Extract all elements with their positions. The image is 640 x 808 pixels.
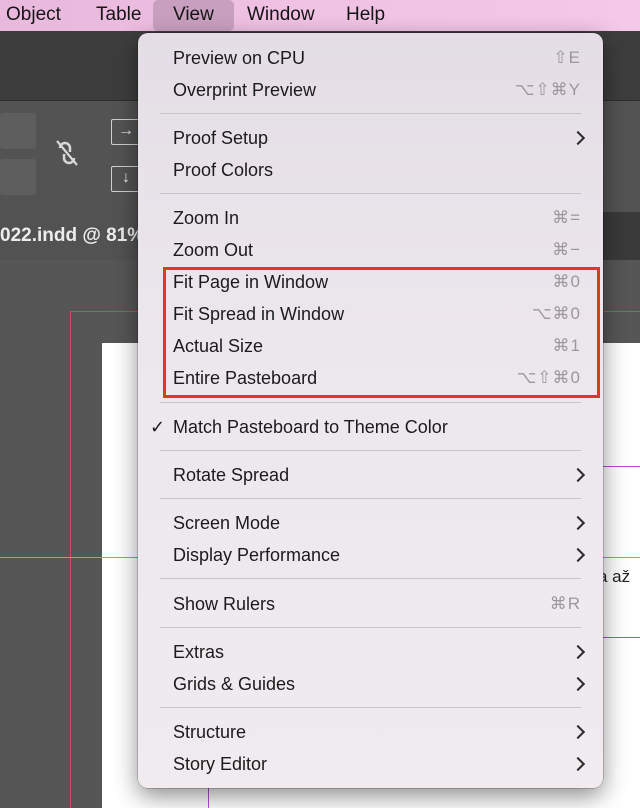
menu-object[interactable]: Object <box>6 0 61 31</box>
menu-table[interactable]: Table <box>96 0 141 31</box>
menu-item-label: Display Performance <box>173 545 341 565</box>
menu-item-rotate-spread[interactable]: Rotate Spread <box>138 459 603 491</box>
menu-item-display-performance[interactable]: Display Performance <box>138 539 603 571</box>
arrow-down-icon[interactable]: ↓ <box>111 166 141 192</box>
menu-separator <box>160 707 581 708</box>
menu-item-label: Story Editor <box>173 754 268 774</box>
shortcut: ⌘R <box>549 594 581 613</box>
control-field[interactable] <box>0 159 36 195</box>
menu-item-story-editor[interactable]: Story Editor <box>138 748 603 780</box>
menu-separator <box>160 578 581 579</box>
menu-item-label: Show Rulers <box>173 594 276 614</box>
menu-item-label: Preview on CPU <box>173 48 306 68</box>
menu-separator <box>160 627 581 628</box>
menu-item-zoom-out[interactable]: Zoom Out ⌘− <box>138 234 603 266</box>
menu-item-proof-colors[interactable]: Proof Colors <box>138 154 603 186</box>
menu-item-label: Structure <box>173 722 247 742</box>
menu-item-structure[interactable]: Structure <box>138 716 603 748</box>
menu-separator <box>160 113 581 114</box>
menu-separator <box>160 498 581 499</box>
checkmark-icon: ✓ <box>150 417 166 437</box>
menu-item-label: Extras <box>173 642 225 662</box>
menu-window[interactable]: Window <box>247 0 315 31</box>
chevron-right-icon <box>570 547 586 563</box>
menu-item-label: Rotate Spread <box>173 465 290 485</box>
shortcut: ⌥⇧⌘Y <box>514 80 581 99</box>
menu-item-grids-and-guides[interactable]: Grids & Guides <box>138 668 603 700</box>
menu-item-label: Zoom Out <box>173 240 254 260</box>
shortcut: ⌘− <box>552 240 581 259</box>
chevron-right-icon <box>570 515 586 531</box>
menu-item-label: Screen Mode <box>173 513 281 533</box>
menu-item-label: Overprint Preview <box>173 80 317 100</box>
menu-item-extras[interactable]: Extras <box>138 636 603 668</box>
view-menu: Preview on CPU ⇧E Overprint Preview ⌥⇧⌘Y… <box>138 33 603 788</box>
arrow-right-icon[interactable]: → <box>111 119 141 145</box>
menu-separator <box>160 402 581 403</box>
chevron-right-icon <box>570 724 586 740</box>
menu-item-preview-on-cpu[interactable]: Preview on CPU ⇧E <box>138 42 603 74</box>
menu-item-proof-setup[interactable]: Proof Setup <box>138 122 603 154</box>
shortcut: ⌘= <box>552 208 581 227</box>
chevron-right-icon <box>570 467 586 483</box>
menu-separator <box>160 193 581 194</box>
menu-item-label: Match Pasteboard to Theme Color <box>173 417 448 437</box>
chevron-right-icon <box>570 676 586 692</box>
menu-bar: Object Table View Window Help <box>0 0 640 31</box>
menu-item-zoom-in[interactable]: Zoom In ⌘= <box>138 202 603 234</box>
menu-view[interactable]: View <box>153 0 234 31</box>
menu-item-label: Grids & Guides <box>173 674 296 694</box>
menu-item-overprint-preview[interactable]: Overprint Preview ⌥⇧⌘Y <box>138 74 603 106</box>
shortcut: ⇧E <box>553 48 581 67</box>
menu-help[interactable]: Help <box>346 0 385 31</box>
margin-guide <box>603 637 640 638</box>
menu-separator <box>160 450 581 451</box>
chevron-right-icon <box>570 644 586 660</box>
chevron-right-icon <box>570 130 586 146</box>
document-tab[interactable]: 022.indd @ 81% <box>0 212 150 260</box>
menu-item-match-pasteboard-to-theme-color[interactable]: ✓ Match Pasteboard to Theme Color <box>138 411 603 443</box>
menu-item-label: Zoom In <box>173 208 240 228</box>
margin-guide <box>603 466 640 467</box>
menu-item-label: Proof Colors <box>173 160 274 180</box>
bleed-guide <box>70 311 71 808</box>
menu-item-show-rulers[interactable]: Show Rulers ⌘R <box>138 588 603 620</box>
highlight-box <box>163 267 600 398</box>
menu-item-screen-mode[interactable]: Screen Mode <box>138 507 603 539</box>
control-field[interactable] <box>0 113 36 149</box>
chevron-right-icon <box>570 756 586 772</box>
unlink-icon[interactable] <box>54 138 80 168</box>
menu-item-label: Proof Setup <box>173 128 269 148</box>
